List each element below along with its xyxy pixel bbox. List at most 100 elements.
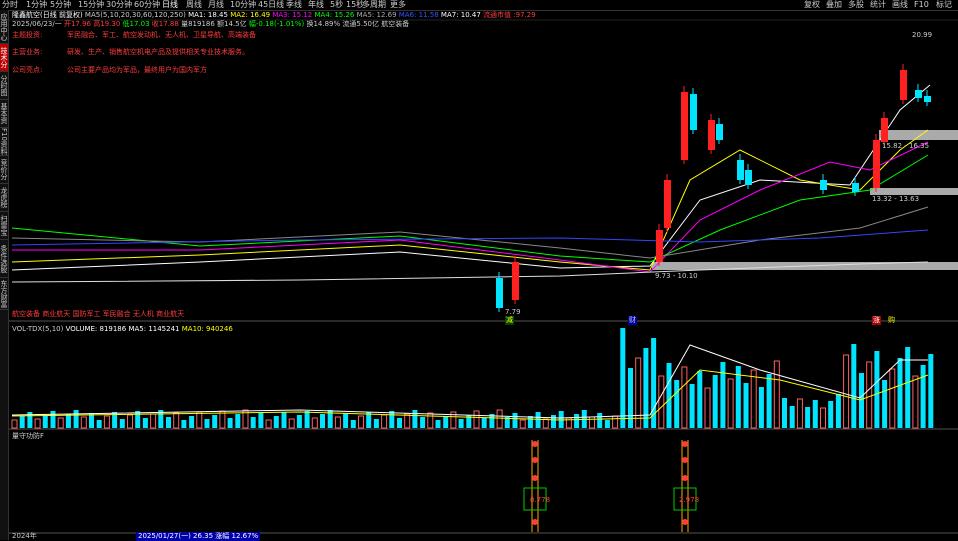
volume-bar-49 (389, 411, 395, 428)
signal-dot-1-3 (682, 519, 688, 525)
volume-bar-107 (835, 394, 841, 428)
volume-bar-47 (373, 419, 379, 428)
volume-bar-88 (689, 384, 695, 428)
volume-bar-18 (150, 413, 157, 429)
volume-bar-99 (773, 360, 780, 429)
zone-mid-label: 13.32 - 13.63 (872, 195, 920, 203)
volume-bar-39 (311, 417, 318, 429)
sector-tags: 航空装备 商业航天 国防军工 军民融合 无人机 商业航天 (12, 310, 185, 318)
volume-bar-114 (889, 368, 896, 429)
candle-body-15 (915, 90, 922, 98)
volume-bar-16 (135, 411, 141, 428)
volume-bar-56 (443, 416, 449, 428)
volume-now: VOLUME: 819186 (65, 325, 127, 333)
volume-bar-25 (204, 419, 210, 428)
volume-bar-112 (874, 351, 880, 428)
volume-bar-38 (304, 411, 310, 428)
volume-bar-51 (404, 413, 411, 429)
candle-body-10 (820, 180, 827, 190)
volume-bar-48 (381, 414, 388, 429)
volume-bar-102 (796, 398, 803, 429)
signal-dot-1-0 (682, 441, 688, 447)
ma-line-6 (11, 229, 929, 246)
volume-bar-96 (750, 369, 757, 429)
volume-bar-82 (643, 348, 649, 428)
volume-bar-22 (181, 420, 187, 428)
candle-body-7 (716, 124, 723, 140)
volume-bar-81 (635, 357, 642, 429)
candle-body-0 (496, 278, 503, 308)
volume-bar-91 (712, 375, 718, 428)
volume-bar-7 (65, 414, 71, 428)
volume-bar-45 (358, 415, 364, 429)
volume-bar-85 (666, 363, 672, 428)
volume-bar-93 (727, 378, 734, 429)
volume-bar-66 (519, 419, 526, 429)
volume-bar-70 (551, 415, 556, 428)
volume-bar-29 (235, 414, 241, 428)
candle-body-5 (690, 94, 697, 130)
volume-bar-117 (912, 375, 919, 429)
volume-bar-32 (258, 413, 264, 428)
candle-body-9 (745, 170, 752, 185)
signal-dot-0-0 (532, 441, 538, 447)
marker-d: 购 (888, 316, 895, 324)
volume-bar-33 (265, 419, 272, 429)
volume-bar-36 (288, 418, 295, 429)
candle-body-12 (873, 140, 880, 188)
volume-bar-63 (496, 409, 503, 429)
volume-bar-50 (397, 418, 402, 428)
volume-bar-98 (766, 374, 772, 428)
volume-bar-87 (681, 366, 688, 429)
volume-bar-95 (743, 383, 749, 428)
volume-bar-105 (820, 407, 826, 429)
volume-bar-108 (843, 354, 850, 429)
candle-body-13 (881, 118, 888, 142)
volume-bar-42 (334, 416, 341, 429)
candle-body-1 (512, 262, 519, 300)
volume-bar-84 (658, 375, 665, 429)
volume-bar-104 (812, 400, 818, 428)
high-price-label: 20.99 (912, 31, 933, 39)
candle-body-8 (737, 160, 744, 180)
volume-bar-65 (512, 413, 518, 428)
candle-body-14 (900, 70, 907, 100)
volume-bar-69 (542, 418, 549, 429)
volume-bar-40 (320, 414, 325, 428)
volume-bar-76 (597, 413, 603, 428)
volume-bar-9 (80, 416, 87, 429)
volume-bar-92 (720, 362, 726, 428)
volume-bar-77 (604, 420, 610, 428)
volume-bar-11 (96, 420, 102, 428)
volume-bar-52 (412, 410, 418, 428)
volume-bar-5 (50, 411, 56, 428)
volume-bar-115 (897, 358, 903, 428)
volume-bar-53 (420, 417, 426, 428)
volume-bar-90 (704, 387, 711, 429)
candle-body-16 (924, 96, 931, 102)
volume-bar-101 (789, 406, 795, 428)
zone-band-upper (879, 130, 958, 140)
volume-bar-113 (882, 380, 888, 428)
volume-bar-100 (782, 398, 787, 428)
volume-bar-67 (527, 416, 533, 428)
volume-bar-73 (574, 414, 580, 428)
volume-bar-75 (589, 416, 595, 429)
volume-bar-1 (19, 416, 25, 428)
volume-bar-3 (34, 418, 41, 429)
volume-bar-89 (697, 371, 703, 428)
signal-value-1: 0.778 (530, 496, 551, 504)
kline-chart[interactable] (0, 0, 958, 540)
volume-bar-24 (196, 411, 203, 429)
volume-bar-109 (851, 344, 857, 428)
volume-bar-28 (227, 418, 233, 428)
volume-bar-61 (481, 418, 487, 428)
zone-band-mid (870, 188, 958, 195)
volume-bar-80 (628, 368, 633, 428)
volume-bar-111 (866, 361, 873, 429)
volume-bar-68 (535, 412, 541, 428)
volume-bar-35 (281, 412, 287, 428)
volume-bar-23 (189, 416, 195, 428)
candle-body-2 (656, 230, 663, 262)
volume-bar-119 (928, 354, 934, 428)
